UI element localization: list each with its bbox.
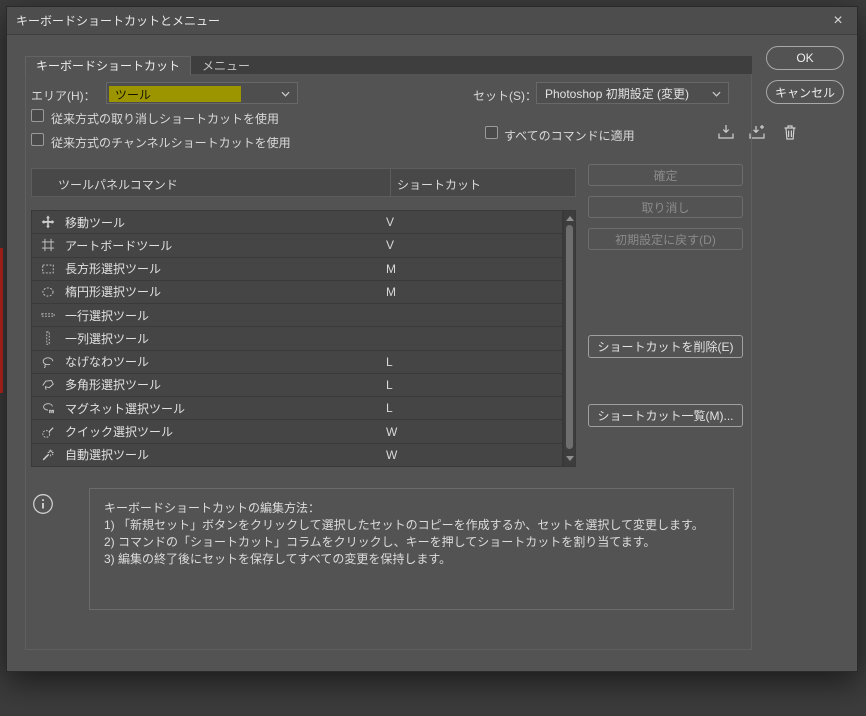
ok-button[interactable]: OK bbox=[766, 46, 844, 70]
dialog-title: キーボードショートカットとメニュー bbox=[16, 14, 221, 28]
dialog-titlebar: キーボードショートカットとメニュー × bbox=[7, 7, 857, 35]
tab-content-frame bbox=[25, 73, 752, 650]
cancel-button[interactable]: キャンセル bbox=[766, 80, 844, 104]
screen: キーボードショートカットとメニュー × OK キャンセル キーボードショートカッ… bbox=[0, 0, 866, 716]
close-icon[interactable]: × bbox=[827, 10, 849, 32]
tab-strip: キーボードショートカット メニュー bbox=[25, 56, 752, 75]
delete-set-icon[interactable] bbox=[779, 121, 801, 143]
tab-keyboard-shortcuts[interactable]: キーボードショートカット bbox=[25, 56, 192, 75]
background-red-strip bbox=[0, 248, 3, 393]
keyboard-shortcuts-dialog: キーボードショートカットとメニュー × OK キャンセル キーボードショートカッ… bbox=[6, 6, 858, 672]
tab-menus[interactable]: メニュー bbox=[191, 56, 261, 74]
